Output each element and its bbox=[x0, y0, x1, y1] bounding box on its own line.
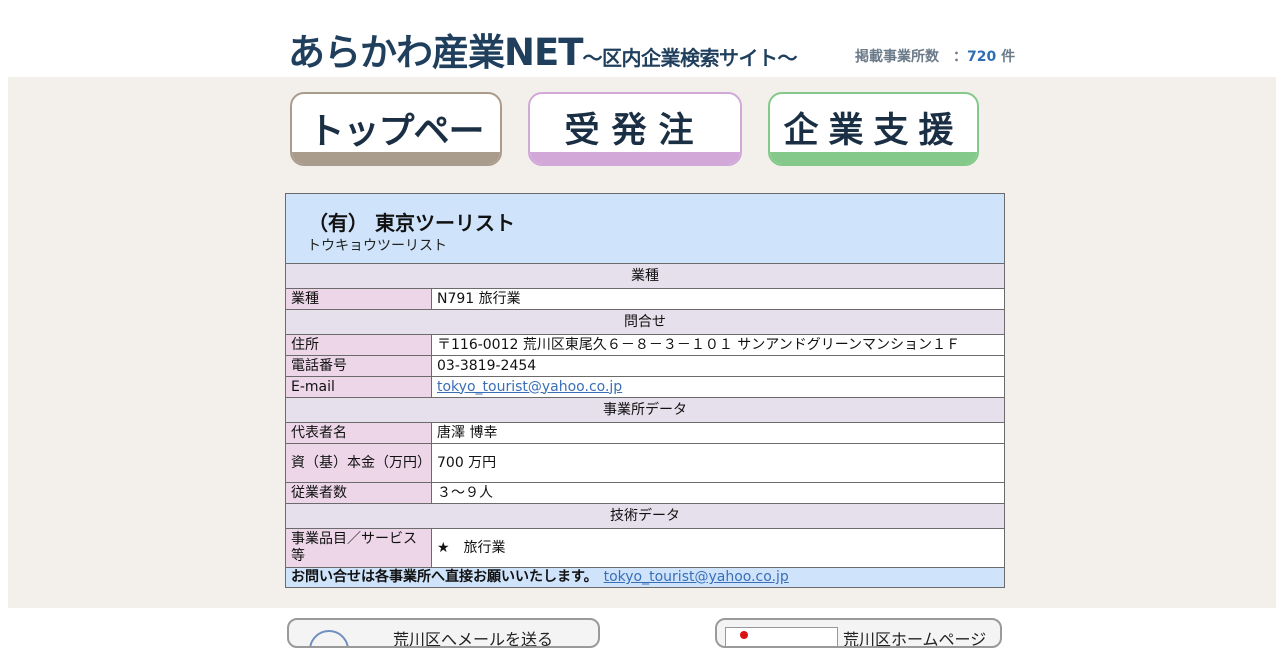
send-mail-button[interactable]: 荒川区へメールを送る bbox=[287, 618, 600, 648]
employees-label: 従業者数 bbox=[286, 482, 432, 504]
company-kana: トウキョウツーリスト bbox=[307, 238, 447, 254]
listing-count-value: 720 bbox=[967, 49, 997, 65]
address-value: 〒116-0012 荒川区東尾久６－８－３－１０１ サンアンドグリーンマンション… bbox=[431, 334, 1004, 356]
table-row: 電話番号 03-3819-2454 bbox=[286, 355, 1004, 377]
table-row: 業種 N791 旅行業 bbox=[286, 288, 1004, 310]
company-name: （有） 東京ツーリスト bbox=[308, 211, 515, 235]
footer-email-link[interactable]: tokyo_tourist@yahoo.co.jp bbox=[604, 569, 789, 585]
support-bar bbox=[770, 152, 977, 164]
order-button[interactable]: 受発注 bbox=[528, 92, 742, 166]
listing-count-label: 掲載事業所数 ： bbox=[855, 49, 967, 65]
industry-value: N791 旅行業 bbox=[431, 288, 1004, 310]
representative-value: 唐澤 博幸 bbox=[431, 422, 1004, 444]
section-industry: 業種 bbox=[286, 264, 1004, 289]
footer-row: お問い合せは各事業所へ直接お願いいたします。 tokyo_tourist@yaho… bbox=[286, 567, 1004, 587]
arakawa-logo-icon bbox=[725, 627, 838, 646]
footer-cell: お問い合せは各事業所へ直接お願いいたします。 tokyo_tourist@yaho… bbox=[286, 567, 1004, 587]
section-contact: 問合せ bbox=[286, 309, 1004, 335]
footer-note: お問い合せは各事業所へ直接お願いいたします。 bbox=[291, 569, 598, 585]
support-button[interactable]: 企業支援 bbox=[768, 92, 979, 166]
listing-count: 掲載事業所数 ：720 件 bbox=[855, 46, 1015, 66]
company-header: （有） 東京ツーリスト トウキョウツーリスト bbox=[286, 194, 1004, 264]
table-row: E-mail tokyo_tourist@yahoo.co.jp bbox=[286, 376, 1004, 398]
email-label: E-mail bbox=[286, 376, 432, 398]
phone-value: 03-3819-2454 bbox=[431, 355, 1004, 377]
section-row: 業種 bbox=[286, 264, 1004, 289]
order-bar bbox=[530, 152, 740, 164]
top-page-button[interactable]: トップページ bbox=[290, 92, 502, 166]
company-card: （有） 東京ツーリスト トウキョウツーリスト 業種 業種 N791 旅行業 問合… bbox=[285, 193, 1005, 588]
arakawa-homepage-button[interactable]: 荒川区ホームページ bbox=[715, 618, 1002, 648]
section-row: 技術データ bbox=[286, 503, 1004, 529]
email-cell: tokyo_tourist@yahoo.co.jp bbox=[431, 376, 1004, 398]
table-row: 従業者数 ３～９人 bbox=[286, 482, 1004, 504]
company-info-table: 業種 業種 N791 旅行業 問合せ 住所 〒116-0012 荒川区東尾久６－… bbox=[286, 264, 1004, 587]
top-page-bar bbox=[292, 152, 500, 164]
representative-label: 代表者名 bbox=[286, 422, 432, 444]
capital-value: 700 万円 bbox=[431, 443, 1004, 483]
email-link[interactable]: tokyo_tourist@yahoo.co.jp bbox=[437, 379, 622, 395]
products-value: ★ 旅行業 bbox=[431, 528, 1004, 568]
table-row: 資（基）本金（万円） 700 万円 bbox=[286, 443, 1004, 483]
table-row: 代表者名 唐澤 博幸 bbox=[286, 422, 1004, 444]
logo-dot-icon bbox=[740, 631, 748, 639]
table-row: 住所 〒116-0012 荒川区東尾久６－８－３－１０１ サンアンドグリーンマン… bbox=[286, 334, 1004, 356]
section-row: 事業所データ bbox=[286, 397, 1004, 423]
support-label: 企業支援 bbox=[783, 111, 964, 151]
address-label: 住所 bbox=[286, 334, 432, 356]
section-office: 事業所データ bbox=[286, 397, 1004, 423]
section-row: 問合せ bbox=[286, 309, 1004, 335]
arakawa-homepage-label: 荒川区ホームページ bbox=[843, 630, 987, 648]
site-title[interactable]: あらかわ産業NET～区内企業検索サイト～ bbox=[288, 22, 797, 76]
send-mail-label: 荒川区へメールを送る bbox=[393, 630, 554, 648]
listing-count-unit: 件 bbox=[996, 49, 1016, 65]
employees-value: ３～９人 bbox=[431, 482, 1004, 504]
table-row: 事業品目／サービス等 ★ 旅行業 bbox=[286, 528, 1004, 568]
industry-label: 業種 bbox=[286, 288, 432, 310]
site-title-main: あらかわ産業NET bbox=[288, 31, 583, 74]
capital-label: 資（基）本金（万円） bbox=[286, 443, 432, 483]
site-header: あらかわ産業NET～区内企業検索サイト～ 掲載事業所数 ：720 件 bbox=[0, 0, 1284, 77]
mail-icon bbox=[309, 630, 349, 646]
order-label: 受発注 bbox=[564, 111, 706, 151]
products-label: 事業品目／サービス等 bbox=[286, 528, 432, 568]
section-tech: 技術データ bbox=[286, 503, 1004, 529]
site-title-sub: ～区内企業検索サイト～ bbox=[582, 46, 797, 70]
phone-label: 電話番号 bbox=[286, 355, 432, 377]
